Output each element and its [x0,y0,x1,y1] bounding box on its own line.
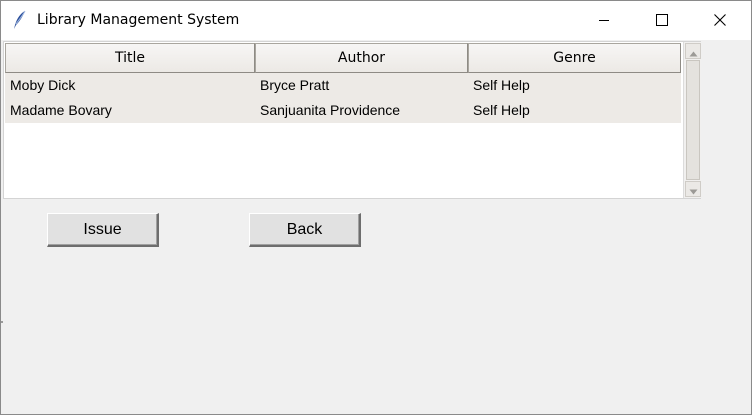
close-button[interactable] [691,1,749,40]
back-button[interactable]: Back [249,213,361,247]
close-icon [714,11,726,30]
column-header-author[interactable]: Author [255,43,468,73]
scrollbar-thumb[interactable] [686,60,700,180]
maximize-icon [656,11,668,30]
column-header-genre[interactable]: Genre [468,43,681,73]
column-header-title[interactable]: Title [5,43,255,73]
triangle-down-icon [689,180,698,199]
cell-author: Sanjuanita Providence [260,102,401,118]
minimize-button[interactable] [575,1,633,40]
scroll-down-button[interactable] [685,181,701,197]
title-bar[interactable]: Library Management System [1,1,751,40]
app-window: Library Management System Title Author G… [0,0,752,415]
table-row[interactable]: Madame Bovary Sanjuanita Providence Self… [5,98,681,123]
triangle-up-icon [689,42,698,61]
issue-button[interactable]: Issue [47,213,159,247]
cell-author: Bryce Pratt [260,77,330,93]
maximize-button[interactable] [633,1,691,40]
scroll-up-button[interactable] [685,43,701,59]
table-row[interactable]: Moby Dick Bryce Pratt Self Help [5,73,681,98]
minimize-icon [598,11,610,30]
cell-genre: Self Help [473,77,530,93]
window-title: Library Management System [37,12,240,28]
window-edge-mark [1,321,3,323]
cell-genre: Self Help [473,102,530,118]
feather-icon [12,10,28,30]
table-body: Moby Dick Bryce Pratt Self Help Madame B… [5,73,681,123]
vertical-scrollbar[interactable] [683,42,701,198]
cell-title: Madame Bovary [10,102,112,118]
cell-title: Moby Dick [10,77,76,93]
books-table[interactable]: Title Author Genre Moby Dick Bryce Pratt… [3,41,701,199]
